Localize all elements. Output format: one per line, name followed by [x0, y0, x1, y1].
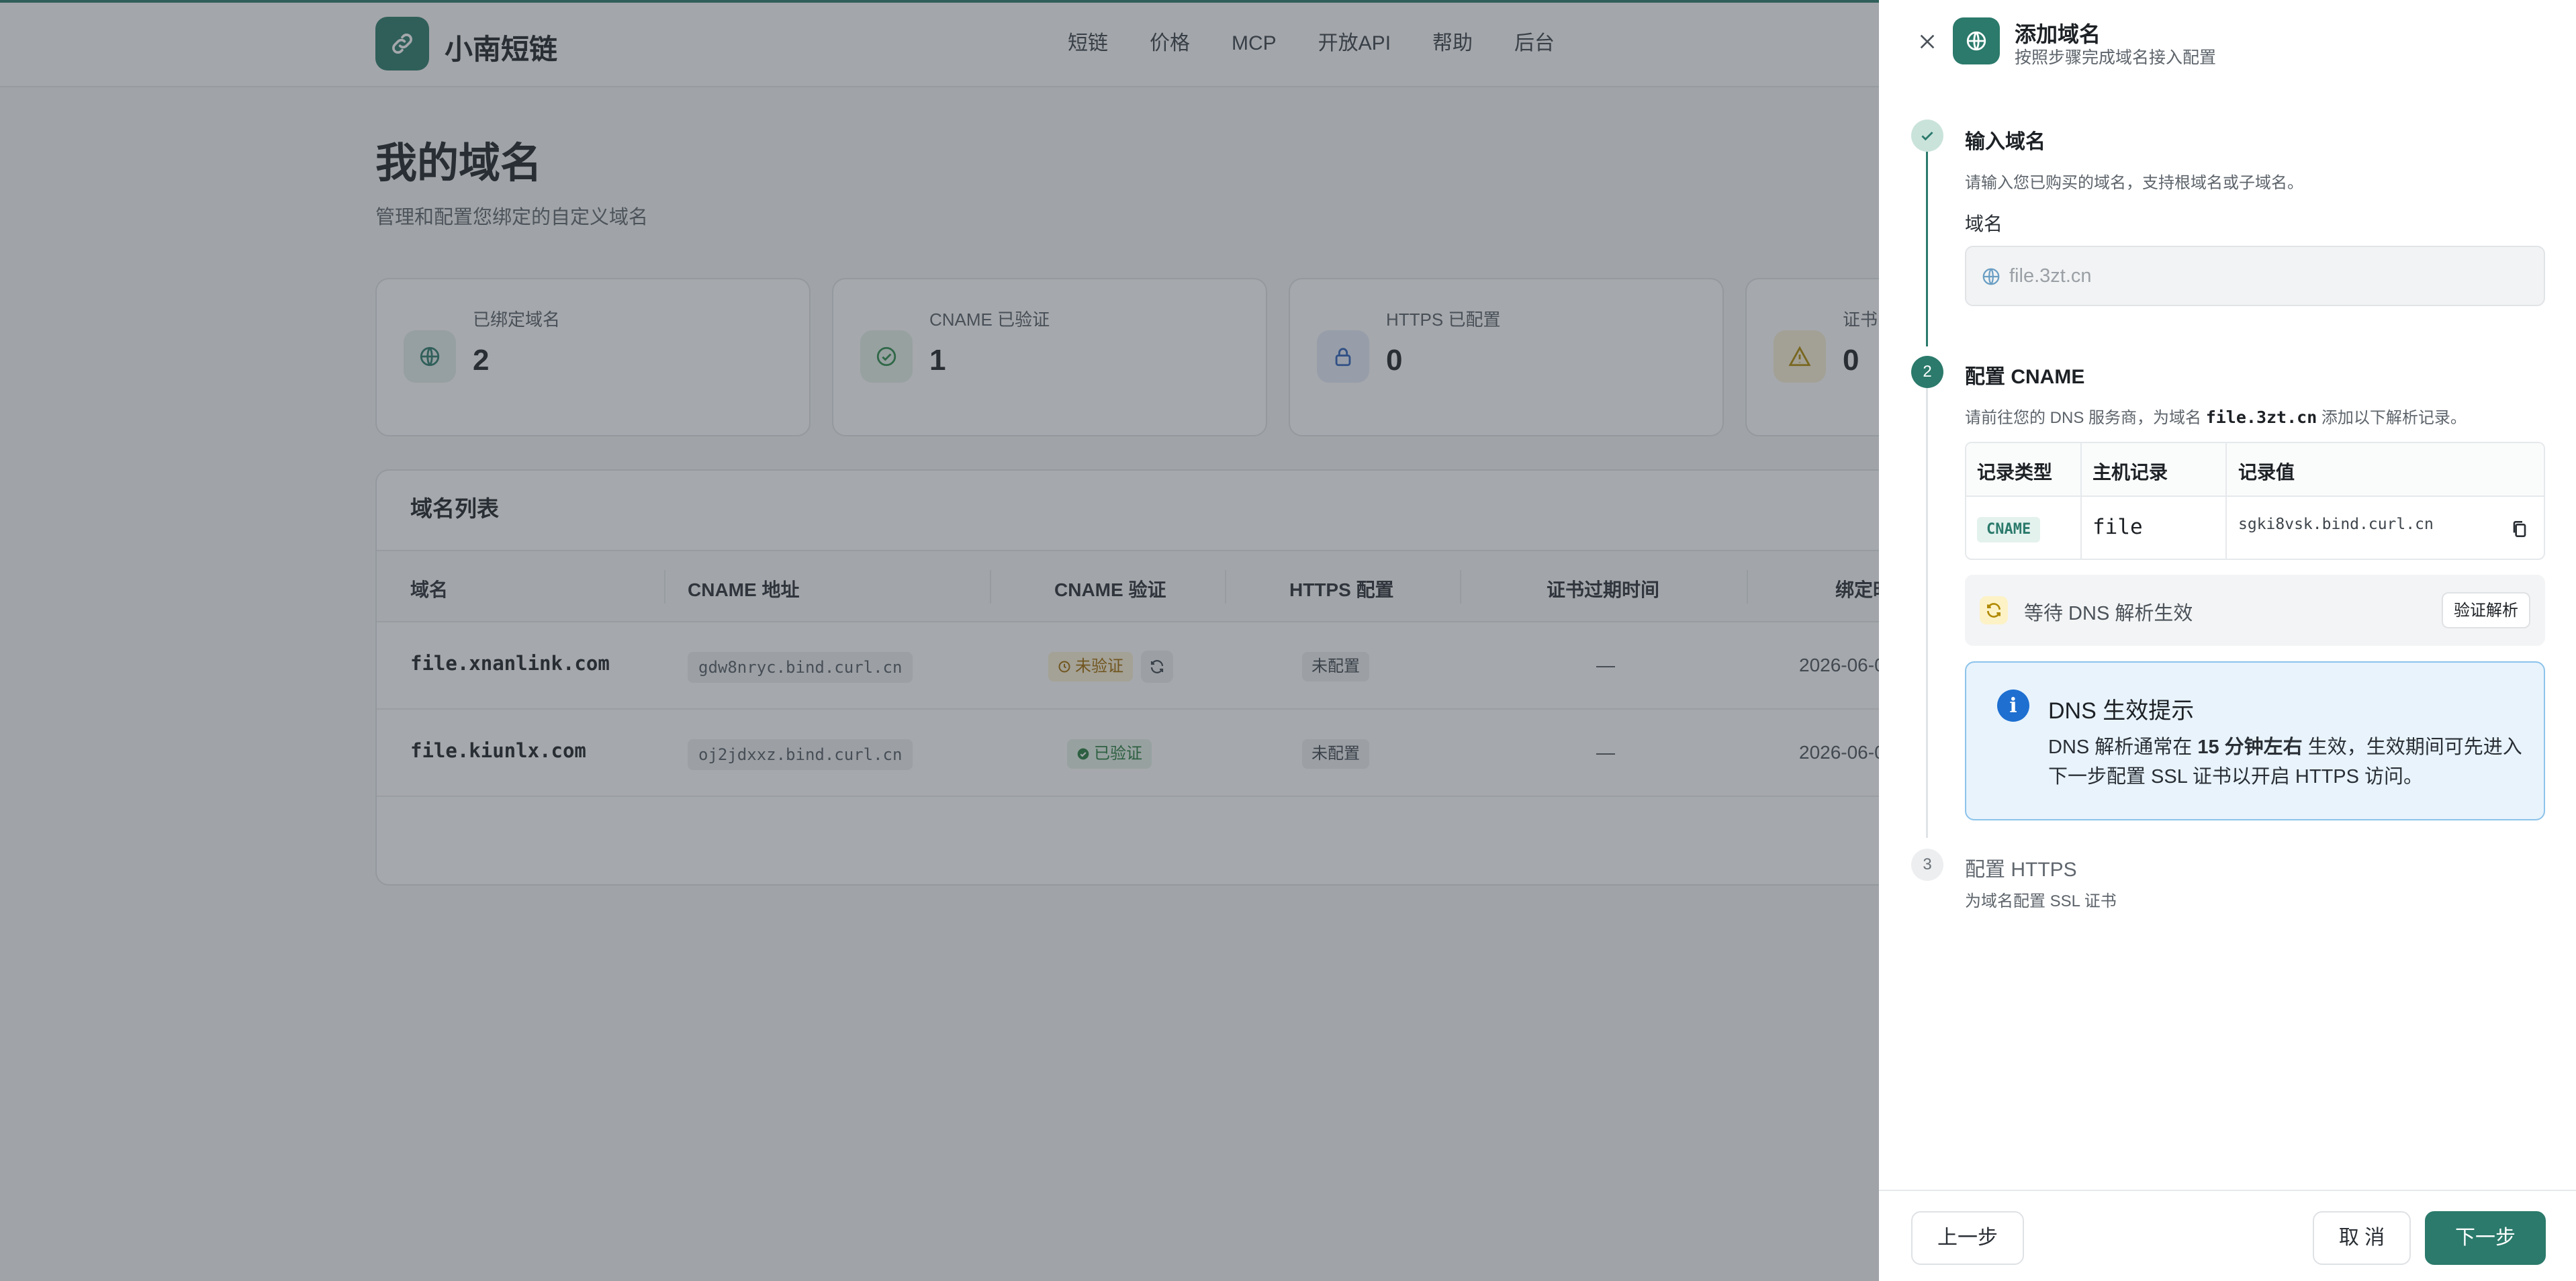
step-2-indicator: 2	[1911, 356, 1943, 388]
dns-tip-body: DNS 解析通常在 15 分钟左右 生效，生效期间可先进入下一步配置 SSL 证…	[2048, 737, 2522, 788]
dns-wait-status: 等待 DNS 解析生效 验证解析	[1965, 575, 2545, 646]
step-connector	[1926, 152, 1928, 346]
step-connector	[1926, 388, 1928, 838]
record-value: sgki8vsk.bind.curl.cn	[2238, 516, 2434, 533]
domain-field-label: 域名	[1965, 214, 2003, 234]
column-header: 主机记录	[2092, 462, 2168, 483]
target-domain: file.3zt.cn	[2205, 408, 2317, 427]
step-1-indicator	[1911, 120, 1943, 152]
prev-step-button[interactable]: 上一步	[1911, 1211, 2024, 1265]
step-3-description: 为域名配置 SSL 证书	[1965, 892, 2117, 910]
step-2-title: 配置 CNAME	[1965, 366, 2085, 388]
info-icon: i	[1997, 690, 2029, 722]
close-icon	[1920, 34, 1935, 49]
step-3-indicator: 3	[1911, 849, 1943, 881]
modal-backdrop[interactable]	[0, 0, 1879, 1281]
domain-input[interactable]	[2009, 247, 2520, 305]
column-header: 记录值	[2238, 462, 2295, 483]
step-1-title: 输入域名	[1965, 131, 2045, 153]
close-button[interactable]	[1913, 27, 1942, 56]
verify-dns-button[interactable]: 验证解析	[2442, 592, 2530, 628]
check-icon	[1921, 132, 1933, 141]
step-2-description: 请前往您的 DNS 服务商，为域名 file.3zt.cn 添加以下解析记录。	[1965, 408, 2467, 427]
globe-icon	[1982, 268, 2000, 285]
drawer-subtitle: 按照步骤完成域名接入配置	[2015, 48, 2217, 67]
cancel-button[interactable]: 取 消	[2313, 1211, 2411, 1265]
refresh-icon	[1980, 596, 2008, 624]
dns-tip-title: DNS 生效提示	[2048, 698, 2195, 724]
dns-wait-text: 等待 DNS 解析生效	[2024, 603, 2193, 624]
record-type-badge: CNAME	[1977, 517, 2041, 542]
step-3-title: 配置 HTTPS	[1965, 859, 2077, 881]
domain-field[interactable]	[1965, 246, 2545, 306]
dns-tip-alert: i DNS 生效提示 DNS 解析通常在 15 分钟左右 生效，生效期间可先进入…	[1965, 661, 2545, 820]
add-domain-drawer: 添加域名 按照步骤完成域名接入配置 输入域名 请输入您已购买的域名，支持根域名或…	[1879, 0, 2576, 1281]
dns-record-table: 记录类型 主机记录 记录值 CNAME file sgki8vsk.bind.c…	[1965, 442, 2545, 560]
copy-icon[interactable]	[2509, 518, 2530, 540]
drawer-footer: 上一步 取 消 下一步	[1879, 1190, 2576, 1281]
globe-icon	[1953, 17, 2000, 64]
next-step-button[interactable]: 下一步	[2425, 1211, 2546, 1265]
record-host: file	[2092, 515, 2143, 539]
step-1-description: 请输入您已购买的域名，支持根域名或子域名。	[1965, 174, 2303, 192]
column-header: 记录类型	[1977, 462, 2053, 483]
